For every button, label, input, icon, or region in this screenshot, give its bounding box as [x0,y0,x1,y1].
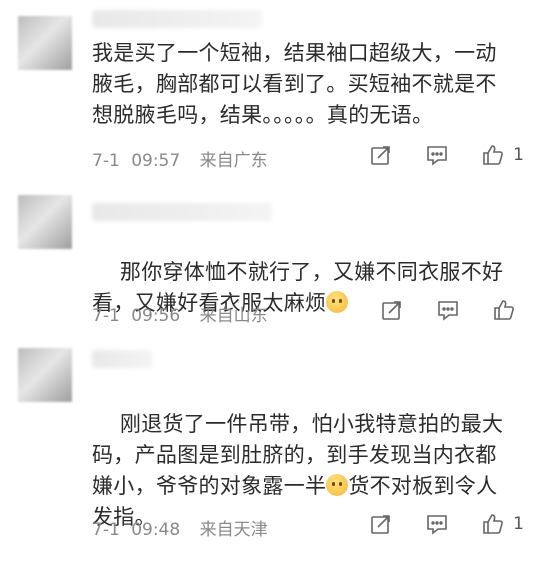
like-count: 1 [513,514,524,534]
comment-icon [425,512,449,536]
comment-date: 7-1 [92,306,120,326]
avatar[interactable] [18,348,72,402]
comment-item: 那你穿体恤不就行了，又嫌不同衣服不好 看，又嫌好看衣服太麻烦 7-1 09:56… [0,185,540,335]
comment-date: 7-1 [92,520,120,540]
share-icon [369,143,393,167]
like-count: 1 [513,145,524,165]
share-button[interactable] [369,512,393,536]
comment-icon [425,143,449,167]
thumbs-up-icon [492,298,516,322]
reply-button[interactable] [425,512,449,536]
avatar[interactable] [18,195,72,249]
comment-text: 我是买了一个短袖，结果袖口超级大，一动 腋毛，胸部都可以看到了。买短袖不就是不 … [92,41,497,127]
comment-time: 09:48 [131,520,181,540]
reply-button[interactable] [425,143,449,167]
comment-meta: 7-1 09:48 来自天津 [92,515,268,540]
share-icon [380,298,404,322]
comment-location: 来自天津 [199,520,268,540]
share-button[interactable] [369,143,393,167]
comment-time: 09:56 [131,306,181,326]
reply-button[interactable] [436,298,460,322]
like-button[interactable] [492,298,524,322]
comment-item: 我是买了一个短袖，结果袖口超级大，一动 腋毛，胸部都可以看到了。买短袖不就是不 … [0,0,540,180]
avatar[interactable] [18,16,72,70]
comment-meta: 7-1 09:56 来自山东 [92,301,268,326]
comment-date: 7-1 [92,151,120,171]
username-blurred[interactable] [92,350,152,368]
comment-location: 来自山东 [199,306,268,326]
share-button[interactable] [380,298,404,322]
comment-time: 09:57 [131,151,181,171]
comment-icon [436,298,460,322]
comment-text: 那你穿体恤不就行了，又嫌不同衣服不好 看，又嫌好看衣服太麻烦 [92,226,522,350]
thumbs-up-icon [481,143,505,167]
like-button[interactable]: 1 [481,143,524,167]
comment-location: 来自广东 [199,151,268,171]
share-icon [369,512,393,536]
thumbs-up-icon [481,512,505,536]
comment-item: 刚退货了一件吊带，怕小我特意拍的最大 码，产品图是到肚脐的，到手发现当内衣都 嫌… [0,340,540,544]
comment-meta: 7-1 09:57 来自广东 [92,146,268,171]
like-button[interactable]: 1 [481,512,524,536]
username-blurred[interactable] [92,203,272,221]
thinking-face-icon [326,291,349,313]
thinking-face-icon [326,474,349,496]
username-blurred[interactable] [92,10,262,28]
